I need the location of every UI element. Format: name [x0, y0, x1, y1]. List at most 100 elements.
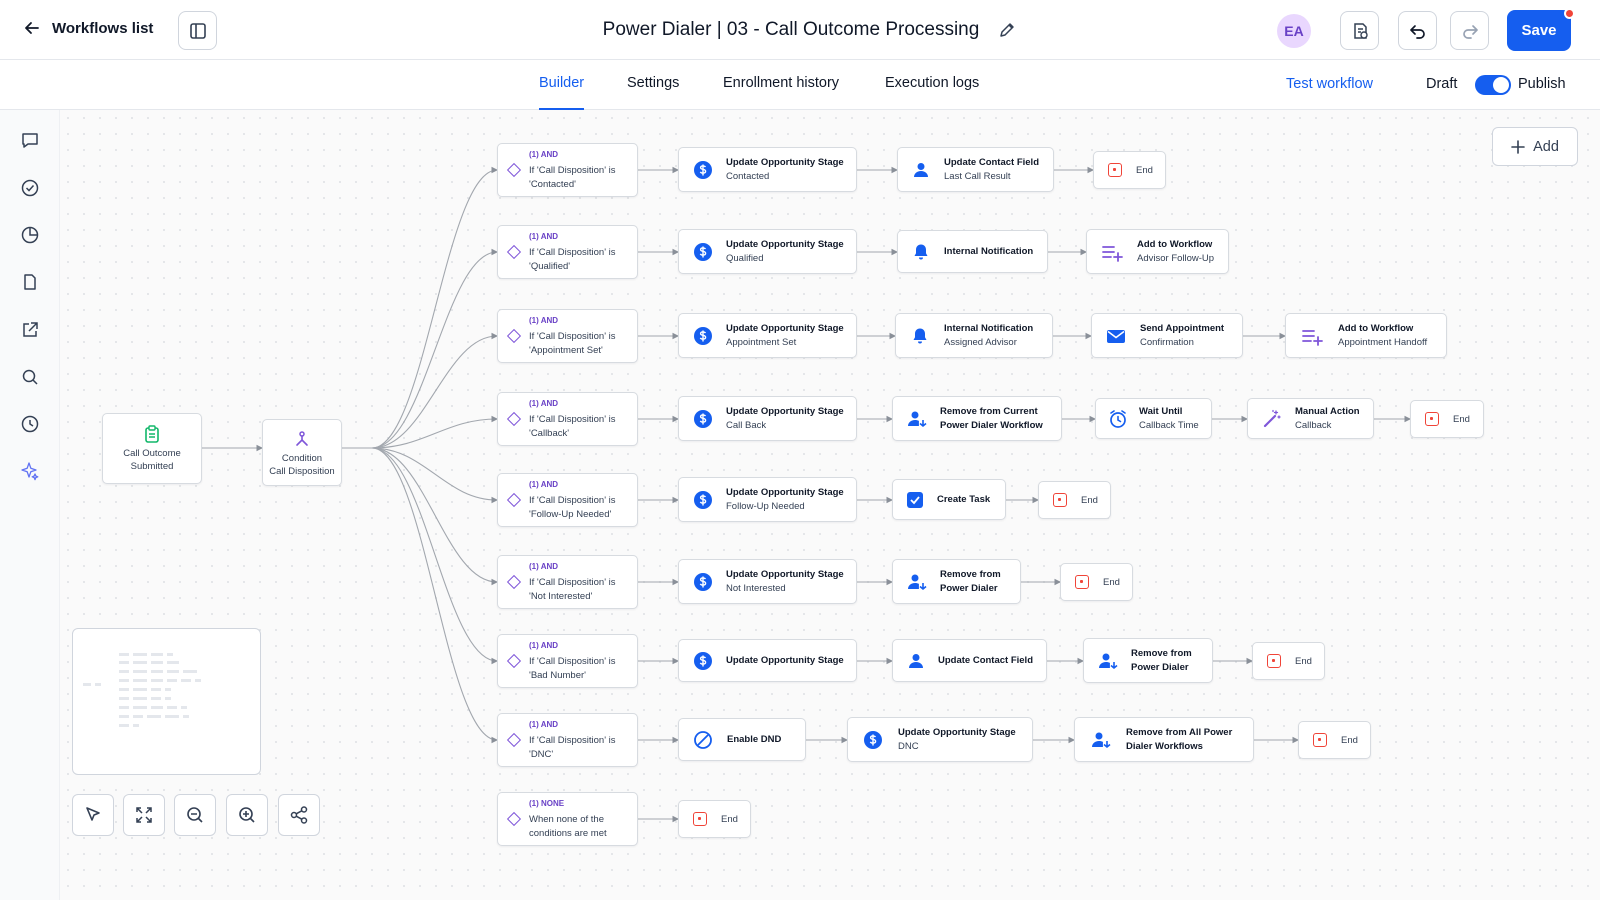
undo-button[interactable]: [1398, 11, 1437, 50]
action-create-task[interactable]: Create Task: [892, 479, 1006, 520]
stop-icon: [1075, 575, 1089, 589]
fit-view-button[interactable]: [123, 794, 165, 836]
end-node[interactable]: End: [1093, 151, 1166, 189]
edit-title-icon[interactable]: [997, 20, 1017, 40]
action-wait-until[interactable]: Wait Until Callback Time: [1095, 398, 1212, 439]
stop-icon: [1313, 733, 1327, 747]
branch-value: conditions are met: [529, 827, 607, 839]
branch-condition-qualified[interactable]: (1) AND If 'Call Disposition' is 'Qualifi…: [497, 225, 638, 279]
action-update-opportunity-stage[interactable]: Update Opportunity Stage: [678, 639, 857, 682]
tab-execution-logs[interactable]: Execution logs: [885, 60, 979, 110]
branch-condition-follow-up[interactable]: (1) AND If 'Call Disposition' is 'Follow-…: [497, 473, 638, 527]
action-subtitle: Appointment Handoff: [1338, 336, 1428, 348]
user-avatar[interactable]: EA: [1277, 14, 1311, 48]
dollar-icon: [679, 651, 726, 671]
action-subtitle: Power Dialer: [1131, 661, 1189, 673]
dollar-icon: [679, 326, 726, 346]
external-link-icon[interactable]: [18, 318, 42, 342]
action-add-to-workflow[interactable]: Add to Workflow Appointment Handoff: [1285, 313, 1447, 358]
action-update-contact-field[interactable]: Update Contact Field Last Call Result: [897, 147, 1054, 192]
end-node[interactable]: End: [1038, 481, 1111, 519]
zoom-in-button[interactable]: [226, 794, 268, 836]
test-workflow-link[interactable]: Test workflow: [1286, 76, 1373, 92]
branch-tag: (1) AND: [529, 641, 559, 650]
version-history-button[interactable]: [1340, 11, 1379, 50]
comments-icon[interactable]: [18, 128, 42, 152]
action-internal-notification[interactable]: Internal Notification: [897, 230, 1048, 273]
person-remove-icon: [893, 409, 940, 429]
branch-condition-appointment-set[interactable]: (1) AND If 'Call Disposition' is 'Appoint…: [497, 309, 638, 363]
end-node[interactable]: End: [1298, 721, 1371, 759]
tab-builder[interactable]: Builder: [539, 60, 585, 110]
workflow-canvas[interactable]: Call Outcome Submitted Condition Call Di…: [60, 110, 1600, 900]
action-subtitle: Power Dialer Workflow: [940, 419, 1043, 431]
stop-icon: [1267, 654, 1281, 668]
stats-pie-icon[interactable]: [18, 223, 42, 247]
action-update-opportunity-stage[interactable]: Update Opportunity Stage Call Back: [678, 396, 857, 441]
tab-settings[interactable]: Settings: [627, 60, 679, 110]
add-node-button[interactable]: Add: [1492, 127, 1578, 166]
top-bar: Workflows list Power Dialer | 03 - Call …: [0, 0, 1600, 60]
minimap[interactable]: [72, 628, 261, 775]
redo-button[interactable]: [1450, 11, 1489, 50]
branch-tag: (1) AND: [529, 399, 559, 408]
zoom-out-button[interactable]: [174, 794, 216, 836]
branch-condition-dnc[interactable]: (1) AND If 'Call Disposition' is 'DNC': [497, 713, 638, 767]
search-icon[interactable]: [18, 365, 42, 389]
diamond-icon: [506, 244, 522, 260]
share-button[interactable]: [278, 794, 320, 836]
diamond-icon: [506, 411, 522, 427]
action-add-to-workflow[interactable]: Add to Workflow Advisor Follow-Up: [1086, 229, 1229, 274]
action-title: Update Opportunity Stage: [898, 726, 1016, 738]
branch-condition-none[interactable]: (1) NONE When none of the conditions are …: [497, 792, 638, 846]
undo-icon: [1409, 24, 1425, 39]
end-node[interactable]: End: [678, 800, 751, 838]
action-update-contact-field[interactable]: Update Contact Field: [892, 639, 1047, 682]
back-to-workflows-link[interactable]: Workflows list: [22, 18, 153, 38]
action-internal-notification[interactable]: Internal Notification Assigned Advisor: [895, 313, 1053, 358]
publish-toggle[interactable]: [1475, 75, 1511, 95]
ai-sparkle-icon[interactable]: [18, 459, 42, 483]
branch-tag: (1) AND: [529, 562, 559, 571]
action-send-appointment-confirmation[interactable]: Send Appointment Confirmation: [1091, 313, 1243, 358]
select-tool-button[interactable]: [72, 794, 114, 836]
toggle-sidebar-button[interactable]: [178, 11, 217, 50]
action-remove-from-power-dialer[interactable]: Remove from Power Dialer: [892, 559, 1021, 604]
branch-icon: [296, 431, 308, 446]
branch-condition-contacted[interactable]: (1) AND If 'Call Disposition' is 'Contact…: [497, 143, 638, 197]
add-label: Add: [1533, 138, 1559, 155]
tab-enrollment-history[interactable]: Enrollment history: [723, 60, 839, 110]
trigger-node[interactable]: Call Outcome Submitted: [102, 413, 202, 484]
action-update-opportunity-stage[interactable]: Update Opportunity Stage Contacted: [678, 147, 857, 192]
action-subtitle: Follow-Up Needed: [726, 500, 805, 512]
action-remove-from-workflow[interactable]: Remove from Current Power Dialer Workflow: [892, 396, 1062, 441]
history-icon[interactable]: [18, 412, 42, 436]
branch-tag: (1) AND: [529, 480, 559, 489]
end-node[interactable]: End: [1252, 642, 1325, 680]
save-button[interactable]: Save: [1507, 10, 1571, 51]
action-enable-dnd[interactable]: Enable DND: [678, 718, 806, 761]
branch-condition-not-interested[interactable]: (1) AND If 'Call Disposition' is 'Not Int…: [497, 555, 638, 609]
action-title: Remove from All Power: [1126, 726, 1233, 738]
branch-condition-bad-number[interactable]: (1) AND If 'Call Disposition' is 'Bad Num…: [497, 634, 638, 688]
action-remove-from-all-power-dialer-workflows[interactable]: Remove from All Power Dialer Workflows: [1074, 717, 1254, 762]
action-update-opportunity-stage[interactable]: Update Opportunity Stage Appointment Set: [678, 313, 857, 358]
file-icon[interactable]: [18, 270, 42, 294]
branch-value: 'Contacted': [529, 178, 576, 190]
action-update-opportunity-stage[interactable]: Update Opportunity Stage Qualified: [678, 229, 857, 274]
action-title: Internal Notification: [944, 322, 1034, 334]
action-update-opportunity-stage[interactable]: Update Opportunity Stage DNC: [847, 717, 1033, 762]
end-node[interactable]: End: [1060, 563, 1133, 601]
action-manual-action[interactable]: Manual Action Callback: [1247, 398, 1374, 439]
action-update-opportunity-stage[interactable]: Update Opportunity Stage Follow-Up Needed: [678, 477, 857, 522]
condition-node[interactable]: Condition Call Disposition: [262, 419, 342, 486]
person-remove-icon: [1075, 730, 1126, 750]
branch-condition-callback[interactable]: (1) AND If 'Call Disposition' is 'Callbac…: [497, 392, 638, 446]
action-subtitle: Confirmation: [1140, 336, 1194, 348]
action-update-opportunity-stage[interactable]: Update Opportunity Stage Not Interested: [678, 559, 857, 604]
action-remove-from-power-dialer[interactable]: Remove from Power Dialer: [1083, 638, 1213, 683]
check-circle-icon[interactable]: [18, 176, 42, 200]
branch-value: 'Bad Number': [529, 669, 586, 681]
person-icon: [898, 160, 944, 180]
end-node[interactable]: End: [1410, 400, 1484, 438]
